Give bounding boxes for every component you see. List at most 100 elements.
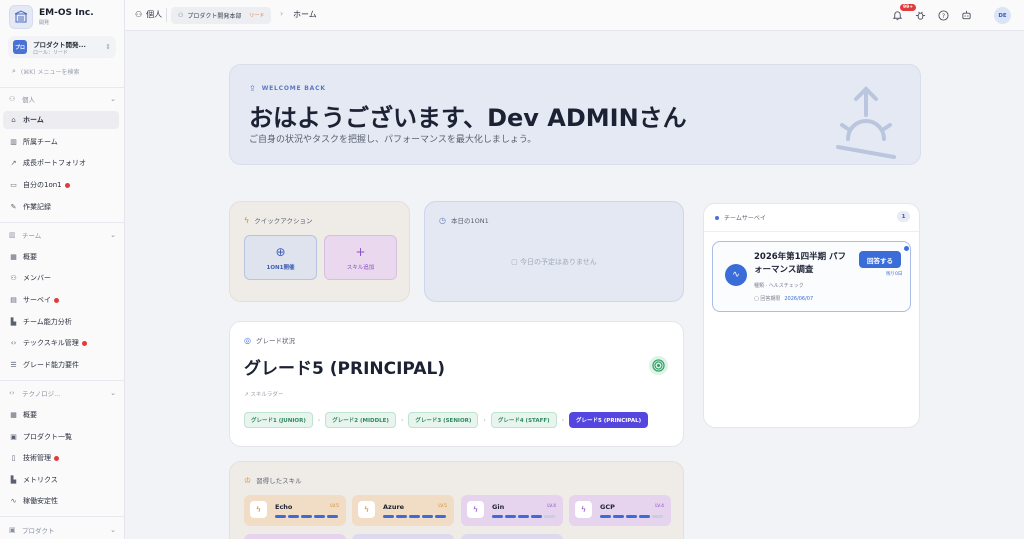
sidebar-item-label: 稼働安定性	[23, 497, 58, 505]
user-avatar[interactable]: DE	[994, 7, 1011, 24]
chevron-updown-icon: ⇕	[105, 43, 111, 51]
divider	[0, 222, 124, 223]
clipboard-icon: ▤	[10, 296, 17, 304]
quick-actions-card: ϟ クイックアクション ⊕ 1ON1開催 + スキル追加	[229, 201, 410, 302]
brand-name: EM-OS Inc.	[39, 8, 94, 18]
skill-card-azure[interactable]: ϟ Azure LV.5	[352, 495, 454, 526]
notification-dot	[54, 297, 59, 303]
skill-level-bars	[492, 515, 557, 518]
breadcrumb-current-page: ホーム	[293, 10, 317, 19]
sidebar-item-label: メンバー	[23, 274, 51, 282]
sidebar-item-team-overview[interactable]: ▦ 概要	[3, 248, 119, 266]
today-1on1-title: 本日の1ON1	[450, 217, 489, 225]
building-icon: ▥	[10, 138, 17, 146]
skill-name: GCP	[600, 503, 615, 511]
add-skill-button[interactable]: + スキル追加	[324, 235, 397, 280]
bug-icon[interactable]	[913, 8, 927, 22]
sidebar-item-label: 概要	[23, 411, 37, 419]
acquired-skills-title: 習得したスキル	[256, 477, 302, 485]
breadcrumb-personal[interactable]: ⚇ 個人	[135, 9, 162, 20]
survey-type: 種類 · ヘルスチェック	[754, 283, 804, 289]
sidebar-item-tech-management[interactable]: ▯ 技術管理	[3, 449, 119, 467]
code-icon: ‹›	[9, 389, 15, 397]
brand[interactable]: EM-OS Inc. 開発	[9, 5, 94, 29]
team-icon: ▥	[9, 231, 16, 239]
calendar-icon: ▢	[511, 258, 521, 266]
help-icon[interactable]: ?	[936, 8, 950, 22]
sidebar-item-label: ホーム	[23, 116, 44, 124]
grade-step[interactable]: グレード3 (SENIOR)	[408, 412, 479, 428]
sidebar-item-label: 作業記録	[23, 203, 51, 211]
user-icon: ⚇	[9, 95, 16, 103]
divider	[0, 87, 124, 88]
lightning-icon: ϟ	[575, 501, 592, 518]
chevron-down-icon: ⌄	[110, 95, 116, 103]
skill-card-echo[interactable]: ϟ Echo LV.5	[244, 495, 346, 526]
welcome-subtitle: ご自身の状況やタスクを把握し、パフォーマンスを最大化しましょう。	[249, 135, 537, 145]
org-role: ロール：リード	[33, 49, 69, 56]
grade-step-current[interactable]: グレード5 (PRINCIPAL)	[569, 412, 649, 428]
upload-icon: ⇪	[249, 84, 256, 93]
nav-group-product[interactable]: ▣ プロダクト ⌄	[0, 523, 124, 537]
sidebar-item-product-list[interactable]: ▣ プロダクト一覧	[3, 428, 119, 446]
survey-deadline-date: 2026/06/07	[784, 296, 814, 302]
sidebar-item-growth-portfolio[interactable]: ↗ 成長ポートフォリオ	[3, 154, 119, 172]
grid-icon: ▦	[10, 253, 17, 261]
code-icon: ‹›	[10, 339, 17, 347]
chat-icon: ▭	[10, 181, 17, 189]
org-selector[interactable]: プロ プロダクト開発... ロール：リード ⇕	[8, 36, 116, 58]
nav-group-team[interactable]: ▥ チーム ⌄	[0, 228, 124, 242]
breadcrumb-org-chip[interactable]: ⚇ プロダクト開発本部 リード	[171, 7, 272, 24]
skill-card-partial[interactable]	[461, 534, 563, 539]
divider	[0, 380, 124, 381]
skill-card-partial[interactable]	[352, 534, 454, 539]
answer-survey-button[interactable]: 回答する	[859, 251, 901, 268]
grade-step[interactable]: グレード2 (MIDDLE)	[325, 412, 396, 428]
skill-card-gcp[interactable]: ϟ GCP LV.4	[569, 495, 671, 526]
grade-step[interactable]: グレード4 (STAFF)	[490, 412, 557, 428]
grid-icon: ▦	[10, 411, 17, 419]
sidebar-item-tech-skill[interactable]: ‹› テックスキル管理	[3, 334, 119, 352]
grade-status-card: ◎ グレード状況 グレード5 (PRINCIPAL) ↗ スキルラダー グレード…	[229, 321, 684, 447]
nav-group-personal[interactable]: ⚇ 個人 ⌄	[0, 92, 124, 106]
current-grade: グレード5 (PRINCIPAL)	[244, 359, 446, 379]
search-icon: ⌕	[12, 67, 16, 75]
skill-name: Azure	[383, 503, 405, 511]
nav-group-technology[interactable]: ‹› テクノロジ... ⌄	[0, 386, 124, 400]
sidebar-item-work-log[interactable]: ✎ 作業記録	[3, 198, 119, 216]
plus-circle-icon: ⊕	[275, 244, 286, 259]
sidebar-item-stability[interactable]: ∿ 稼働安定性	[3, 492, 119, 510]
survey-deadline: ▢ 回答期限 2026/06/07	[754, 295, 813, 302]
home-icon: ⌂	[11, 116, 16, 124]
survey-item[interactable]: ∿ 2026年第1四半期 パフォーマンス調査 種類 · ヘルスチェック ▢ 回答…	[712, 241, 911, 312]
divider	[0, 516, 124, 517]
sidebar-item-team[interactable]: ▥ 所属チーム	[3, 133, 119, 151]
hold-1on1-button[interactable]: ⊕ 1ON1開催	[244, 235, 317, 280]
user-icon: ⚇	[135, 10, 143, 19]
divider	[704, 231, 919, 232]
sidebar-item-home[interactable]: ⌂ ホーム	[3, 111, 119, 129]
sidebar-item-team-capability[interactable]: ▙ チーム能力分析	[3, 313, 119, 331]
chevron-right-icon: ›	[400, 416, 404, 424]
breadcrumb-role-label: リード	[249, 13, 265, 19]
sidebar-item-tech-overview[interactable]: ▦ 概要	[3, 406, 119, 424]
bot-icon[interactable]	[959, 8, 973, 22]
skill-card-gin[interactable]: ϟ Gin LV.4	[461, 495, 563, 526]
svg-text:?: ?	[941, 11, 944, 19]
sidebar-item-members[interactable]: ⚇ メンバー	[3, 269, 119, 287]
sidebar-item-survey[interactable]: ▤ サーベイ	[3, 291, 119, 309]
skill-ladder-label: ↗ スキルラダー	[244, 390, 283, 398]
sidebar-item-grade-requirements[interactable]: ☰ グレード能力要件	[3, 356, 119, 374]
skill-card-partial[interactable]	[244, 534, 346, 539]
sidebar-search[interactable]: ⌕ (⌘K) メニューを検索	[8, 64, 116, 79]
box-icon: ▣	[10, 433, 17, 441]
sidebar-item-metrics[interactable]: ▙ メトリクス	[3, 471, 119, 489]
skill-level: LV.5	[438, 504, 447, 509]
grade-step[interactable]: グレード1 (JUNIOR)	[244, 412, 313, 428]
sidebar-item-my-1on1[interactable]: ▭ 自分の1on1	[3, 176, 119, 194]
sunrise-decoration-icon	[836, 86, 896, 159]
survey-deadline-label: 回答期限	[760, 296, 781, 302]
survey-item-title: 2026年第1四半期 パフォーマンス調査	[754, 252, 847, 275]
team-survey-title: チームサーベイ	[724, 215, 766, 222]
skill-level: LV.4	[547, 504, 556, 509]
